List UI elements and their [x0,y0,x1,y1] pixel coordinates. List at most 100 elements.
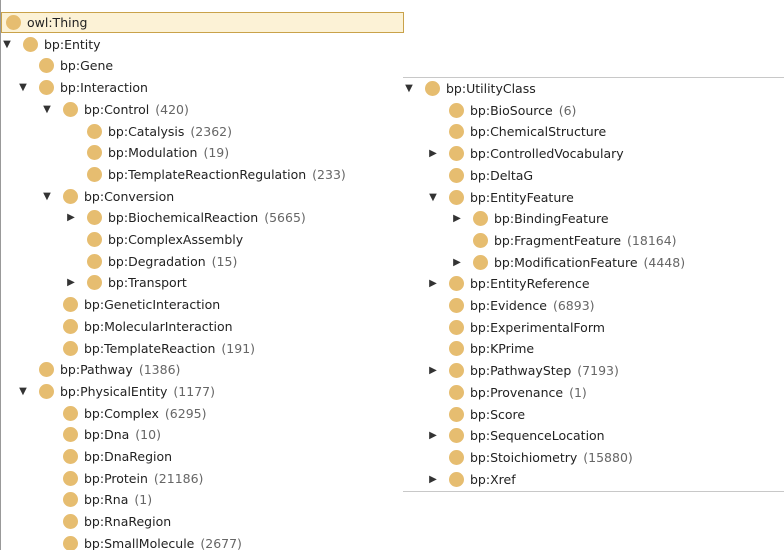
tree-node-utility-class[interactable]: ▼ bp:UtilityClass [403,78,784,99]
collapse-triangle-icon[interactable]: ▼ [41,99,53,120]
node-label: bp:ModificationFeature [494,254,638,270]
expand-triangle-icon[interactable]: ▶ [65,207,77,228]
tree-node-genetic-interaction[interactable]: bp:GeneticInteraction [1,294,404,315]
tree-node-pathway[interactable]: bp:Pathway (1386) [1,359,404,380]
tree-node-fragment-feature[interactable]: bp:FragmentFeature (18164) [403,230,784,251]
tree-node-rna-region[interactable]: bp:RnaRegion [1,511,404,532]
tree-node-sequence-location[interactable]: ▶ bp:SequenceLocation [403,425,784,446]
toggle-spacer [427,382,439,403]
class-circle-icon [39,80,54,96]
tree-node-stoichiometry[interactable]: bp:Stoichiometry (15880) [403,447,784,468]
tree-node-modulation[interactable]: bp:Modulation (19) [1,142,404,163]
tree-node-controlled-vocabulary[interactable]: ▶ bp:ControlledVocabulary [403,143,784,164]
tree-node-template-reaction[interactable]: bp:TemplateReaction (191) [1,338,404,359]
tree-node-xref[interactable]: ▶ bp:Xref [403,469,784,490]
tree-node-delta-g[interactable]: bp:DeltaG [403,165,784,186]
tree-node-provenance[interactable]: bp:Provenance (1) [403,382,784,403]
class-hierarchy-left-panel: owl:Thing ▼ bp:Entity bp:Gene ▼ bp:Interactio… [0,0,404,550]
collapse-triangle-icon[interactable]: ▼ [41,186,53,207]
expand-triangle-icon[interactable]: ▶ [451,208,463,229]
tree-node-dna-region[interactable]: bp:DnaRegion [1,446,404,467]
instance-count: (4448) [643,254,686,270]
tree-node-kprime[interactable]: bp:KPrime [403,338,784,359]
tree-node-bio-source[interactable]: bp:BioSource (6) [403,100,784,121]
tree-node-evidence[interactable]: bp:Evidence (6893) [403,295,784,316]
class-circle-icon [449,189,464,205]
expand-triangle-icon[interactable]: ▶ [427,143,439,164]
tree-node-rna[interactable]: bp:Rna (1) [1,489,404,510]
tree-node-entity-feature[interactable]: ▼ bp:EntityFeature [403,187,784,208]
expand-triangle-icon[interactable]: ▶ [65,272,77,293]
node-label: bp:TemplateReactionRegulation [108,166,307,182]
tree-node-binding-feature[interactable]: ▶ bp:BindingFeature [403,208,784,229]
tree-node-entity[interactable]: ▼ bp:Entity [1,34,404,55]
toggle-spacer [65,142,77,163]
collapse-triangle-icon[interactable]: ▼ [427,187,439,208]
node-label: bp:Interaction [60,80,148,96]
expand-triangle-icon[interactable]: ▶ [427,360,439,381]
toggle-spacer [41,489,53,510]
node-label: bp:ControlledVocabulary [470,146,624,162]
node-label: bp:UtilityClass [446,81,536,96]
toggle-spacer [41,316,53,337]
toggle-spacer [17,359,29,380]
tree-node-pathway-step[interactable]: ▶ bp:PathwayStep (7193) [403,360,784,381]
class-circle-icon [449,384,464,400]
class-circle-icon [63,449,78,464]
node-label: bp:Transport [108,275,187,291]
tree-node-physical-entity[interactable]: ▼ bp:PhysicalEntity (1177) [1,381,404,402]
tree-node-score[interactable]: bp:Score [403,404,784,425]
node-label: bp:Gene [60,58,114,74]
expand-triangle-icon[interactable]: ▶ [427,469,439,490]
expand-triangle-icon[interactable]: ▶ [451,252,463,273]
collapse-triangle-icon[interactable]: ▼ [403,78,415,99]
node-label: bp:PathwayStep [470,363,572,379]
collapse-triangle-icon[interactable]: ▼ [17,381,29,402]
tree-node-interaction[interactable]: ▼ bp:Interaction [1,77,404,98]
class-circle-icon [63,101,78,117]
tree-node-degradation[interactable]: bp:Degradation (15) [1,251,404,272]
class-circle-icon [39,58,54,74]
toggle-spacer [41,511,53,532]
tree-node-complex-assembly[interactable]: bp:ComplexAssembly [1,229,404,250]
class-circle-icon [449,428,464,444]
tree-node-protein[interactable]: bp:Protein (21186) [1,468,404,489]
tree-node-molecular-interaction[interactable]: bp:MolecularInteraction [1,316,404,337]
tree-node-catalysis[interactable]: bp:Catalysis (2362) [1,121,404,142]
expand-triangle-icon[interactable]: ▶ [427,273,439,294]
tree-node-conversion[interactable]: ▼ bp:Conversion [1,186,404,207]
expand-triangle-icon[interactable]: ▶ [427,425,439,446]
toggle-spacer [41,446,53,467]
tree-node-modification-feature[interactable]: ▶ bp:ModificationFeature (4448) [403,252,784,273]
toggle-spacer [451,230,463,251]
tree-node-experimental-form[interactable]: bp:ExperimentalForm [403,317,784,338]
class-circle-icon [63,514,78,530]
class-circle-icon [63,297,78,313]
node-label: owl:Thing [27,15,88,30]
collapse-triangle-icon[interactable]: ▼ [17,77,29,98]
class-circle-icon [449,124,464,140]
toggle-spacer [427,165,439,186]
tree-node-control[interactable]: ▼ bp:Control (420) [1,99,404,120]
tree-node-chemical-structure[interactable]: bp:ChemicalStructure [403,121,784,142]
node-label: bp:Entity [44,36,101,52]
tree-node-template-reaction-regulation[interactable]: bp:TemplateReactionRegulation (233) [1,164,404,185]
tree-node-entity-reference[interactable]: ▶ bp:EntityReference [403,273,784,294]
tree-node-transport[interactable]: ▶ bp:Transport [1,272,404,293]
class-circle-icon [449,167,464,183]
collapse-triangle-icon[interactable]: ▼ [1,34,13,55]
tree-node-biochemical-reaction[interactable]: ▶ bp:BiochemicalReaction (5665) [1,207,404,228]
tree-node-complex[interactable]: bp:Complex (6295) [1,403,404,424]
toggle-spacer [41,533,53,550]
tree-node-gene[interactable]: bp:Gene [1,55,404,76]
toggle-spacer [427,317,439,338]
tree-node-small-molecule[interactable]: bp:SmallMolecule (2677) [1,533,404,550]
instance-count: (19) [203,145,230,161]
node-label: bp:Complex [84,405,159,421]
instance-count: (21186) [153,470,204,486]
toggle-spacer [427,447,439,468]
class-circle-icon [473,232,488,248]
tree-node-thing[interactable]: owl:Thing [1,12,404,33]
tree-node-dna[interactable]: bp:Dna (10) [1,424,404,445]
class-circle-icon [473,211,488,227]
